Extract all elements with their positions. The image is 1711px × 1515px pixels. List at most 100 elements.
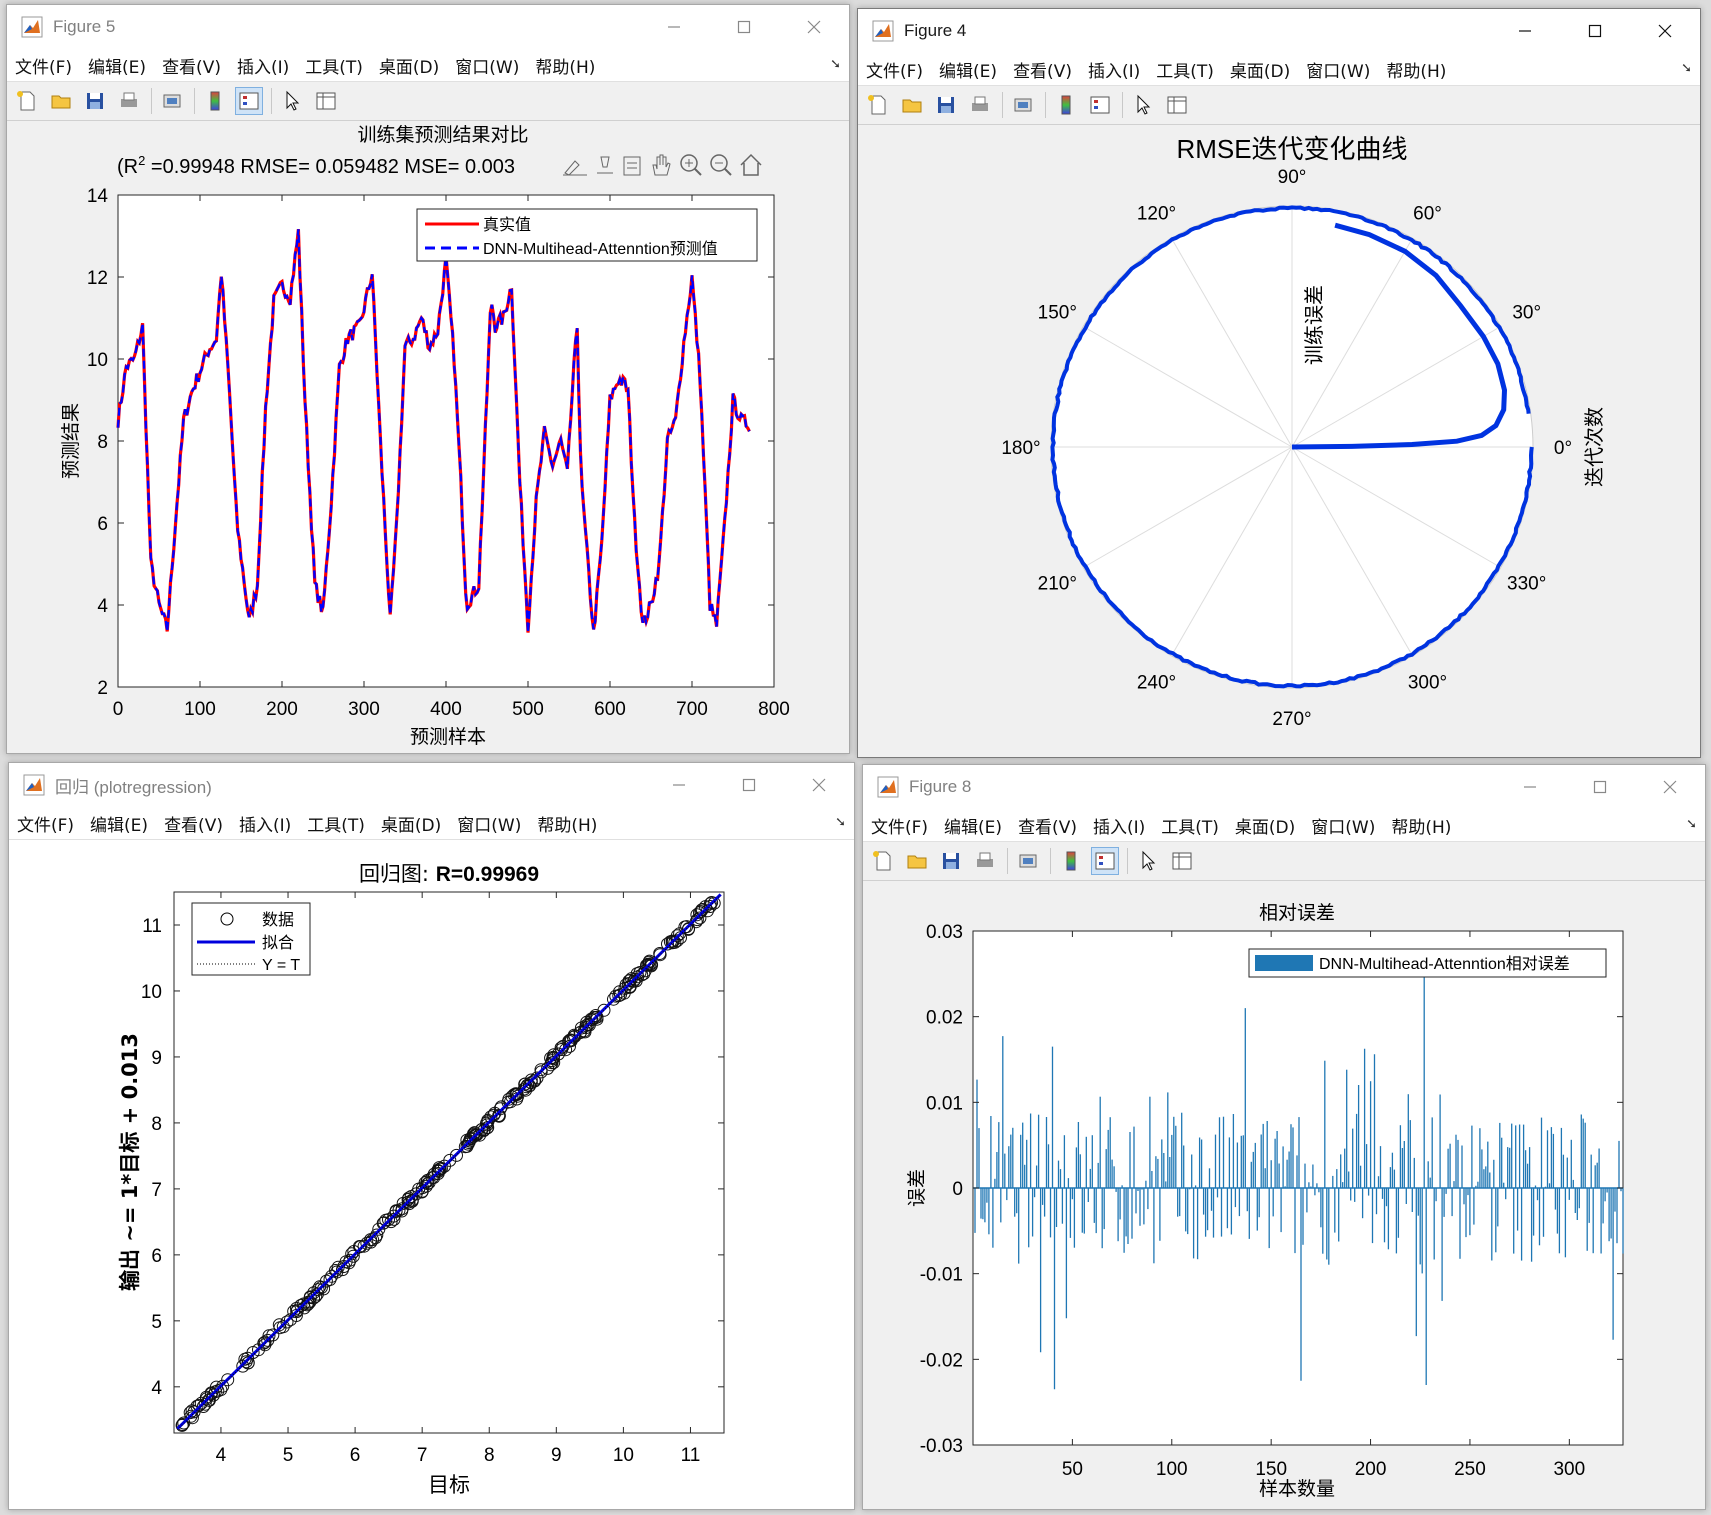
menu-help[interactable]: 帮助(H) bbox=[527, 53, 603, 78]
title-bar[interactable]: 回归 (plotregression) bbox=[9, 763, 854, 807]
property-button[interactable] bbox=[1163, 91, 1191, 119]
minimize-button[interactable] bbox=[1490, 9, 1560, 53]
zoom-out-icon[interactable] bbox=[710, 154, 732, 176]
menu-help[interactable]: 帮助(H) bbox=[1378, 57, 1454, 82]
menu-edit[interactable]: 编辑(E) bbox=[936, 813, 1010, 838]
close-button[interactable] bbox=[1635, 765, 1705, 809]
menu-insert[interactable]: 插入(I) bbox=[231, 811, 299, 836]
legend[interactable]: DNN-Multihead-Attenntion相对误差 bbox=[1248, 948, 1607, 978]
menu-edit[interactable]: 编辑(E) bbox=[82, 811, 156, 836]
colorbar-button[interactable] bbox=[1052, 91, 1080, 119]
menu-help[interactable]: 帮助(H) bbox=[1383, 813, 1459, 838]
property-button[interactable] bbox=[1168, 847, 1196, 875]
open-button[interactable] bbox=[898, 91, 926, 119]
y-tick-label: 5 bbox=[151, 1312, 162, 1333]
title-bar[interactable]: Figure 4 bbox=[858, 9, 1700, 53]
print-button[interactable] bbox=[115, 87, 143, 115]
new-figure-button[interactable] bbox=[13, 87, 41, 115]
cursor-arrow-icon bbox=[1137, 94, 1151, 115]
menu-view[interactable]: 查看(V) bbox=[156, 811, 231, 836]
save-button[interactable] bbox=[937, 847, 965, 875]
link-button[interactable] bbox=[1014, 847, 1042, 875]
y-tick-label: 2 bbox=[97, 678, 108, 699]
legend[interactable]: 数据 拟合 Y = T bbox=[191, 902, 311, 976]
x-tick-label: 600 bbox=[594, 699, 626, 720]
legend[interactable]: 真实值 DNN-Multihead-Attenntion预测值 bbox=[416, 208, 758, 262]
menu-file[interactable]: 文件(F) bbox=[9, 811, 82, 836]
menu-desktop[interactable]: 桌面(D) bbox=[1227, 813, 1303, 838]
figure4-plot: RMSE迭代变化曲线 0° 30° 60° 90° 120° 150° 180° 210° 24… bbox=[1001, 134, 1606, 730]
open-button[interactable] bbox=[903, 847, 931, 875]
menu-expand-icon[interactable]: ➘ bbox=[1681, 61, 1692, 76]
maximize-button[interactable] bbox=[1560, 9, 1630, 53]
menu-view[interactable]: 查看(V) bbox=[1010, 813, 1085, 838]
rotate-icon[interactable] bbox=[623, 156, 641, 176]
menu-file[interactable]: 文件(F) bbox=[7, 53, 80, 78]
close-button[interactable] bbox=[784, 763, 854, 807]
x-tick-label: 8 bbox=[484, 1445, 495, 1466]
menu-tools[interactable]: 工具(T) bbox=[1153, 813, 1227, 838]
zoom-in-icon[interactable] bbox=[680, 154, 702, 176]
menu-expand-icon[interactable]: ➘ bbox=[1686, 817, 1697, 832]
menu-tools[interactable]: 工具(T) bbox=[297, 53, 371, 78]
new-figure-button[interactable] bbox=[864, 91, 892, 119]
data-tip-icon[interactable] bbox=[597, 156, 613, 174]
brush-icon[interactable] bbox=[563, 160, 587, 176]
menu-view[interactable]: 查看(V) bbox=[154, 53, 229, 78]
legend-button[interactable] bbox=[1091, 847, 1119, 875]
regression-window: 回归 (plotregression) 文件(F) 编辑(E) 查看(V) 插入… bbox=[8, 762, 855, 1510]
menu-insert[interactable]: 插入(I) bbox=[1080, 57, 1148, 82]
maximize-button[interactable] bbox=[714, 763, 784, 807]
menu-desktop[interactable]: 桌面(D) bbox=[1222, 57, 1298, 82]
menu-tools[interactable]: 工具(T) bbox=[1148, 57, 1222, 82]
menu-insert[interactable]: 插入(I) bbox=[229, 53, 297, 78]
menu-file[interactable]: 文件(F) bbox=[863, 813, 936, 838]
select-button[interactable] bbox=[278, 87, 306, 115]
menu-window[interactable]: 窗口(W) bbox=[1303, 813, 1383, 838]
menu-window[interactable]: 窗口(W) bbox=[447, 53, 527, 78]
menu-desktop[interactable]: 桌面(D) bbox=[371, 53, 447, 78]
menu-window[interactable]: 窗口(W) bbox=[1298, 57, 1378, 82]
minimize-button[interactable] bbox=[644, 763, 714, 807]
legend-button[interactable] bbox=[1086, 91, 1114, 119]
menu-tools[interactable]: 工具(T) bbox=[299, 811, 373, 836]
menu-help[interactable]: 帮助(H) bbox=[529, 811, 605, 836]
link-button[interactable] bbox=[158, 87, 186, 115]
save-button[interactable] bbox=[81, 87, 109, 115]
colorbar-icon bbox=[1061, 95, 1071, 115]
folder-icon bbox=[907, 855, 927, 869]
title-bar[interactable]: Figure 5 bbox=[7, 5, 849, 49]
menu-edit[interactable]: 编辑(E) bbox=[80, 53, 154, 78]
home-icon[interactable] bbox=[740, 153, 762, 176]
pan-hand-icon[interactable] bbox=[652, 154, 671, 176]
new-figure-button[interactable] bbox=[869, 847, 897, 875]
regression-canvas: 回归图: R=0.99969 4 5 6 7 8 9 10 11 4 5 6 7 8 9 10 11 目标 输… bbox=[9, 840, 854, 1509]
colorbar-button[interactable] bbox=[1057, 847, 1085, 875]
select-button[interactable] bbox=[1134, 847, 1162, 875]
title-bar[interactable]: Figure 8 bbox=[863, 765, 1705, 809]
menu-expand-icon[interactable]: ➘ bbox=[835, 815, 846, 830]
save-button[interactable] bbox=[932, 91, 960, 119]
menu-file[interactable]: 文件(F) bbox=[858, 57, 931, 82]
menu-desktop[interactable]: 桌面(D) bbox=[373, 811, 449, 836]
minimize-button[interactable] bbox=[639, 5, 709, 49]
maximize-button[interactable] bbox=[709, 5, 779, 49]
menu-edit[interactable]: 编辑(E) bbox=[931, 57, 1005, 82]
legend-button[interactable] bbox=[235, 87, 263, 115]
menu-view[interactable]: 查看(V) bbox=[1005, 57, 1080, 82]
menu-window[interactable]: 窗口(W) bbox=[449, 811, 529, 836]
print-button[interactable] bbox=[966, 91, 994, 119]
colorbar-icon bbox=[210, 91, 220, 111]
close-button[interactable] bbox=[1630, 9, 1700, 53]
select-button[interactable] bbox=[1129, 91, 1157, 119]
close-button[interactable] bbox=[779, 5, 849, 49]
minimize-button[interactable] bbox=[1495, 765, 1565, 809]
menu-expand-icon[interactable]: ➘ bbox=[830, 57, 841, 72]
maximize-button[interactable] bbox=[1565, 765, 1635, 809]
property-button[interactable] bbox=[312, 87, 340, 115]
open-button[interactable] bbox=[47, 87, 75, 115]
link-button[interactable] bbox=[1009, 91, 1037, 119]
print-button[interactable] bbox=[971, 847, 999, 875]
colorbar-button[interactable] bbox=[201, 87, 229, 115]
menu-insert[interactable]: 插入(I) bbox=[1085, 813, 1153, 838]
